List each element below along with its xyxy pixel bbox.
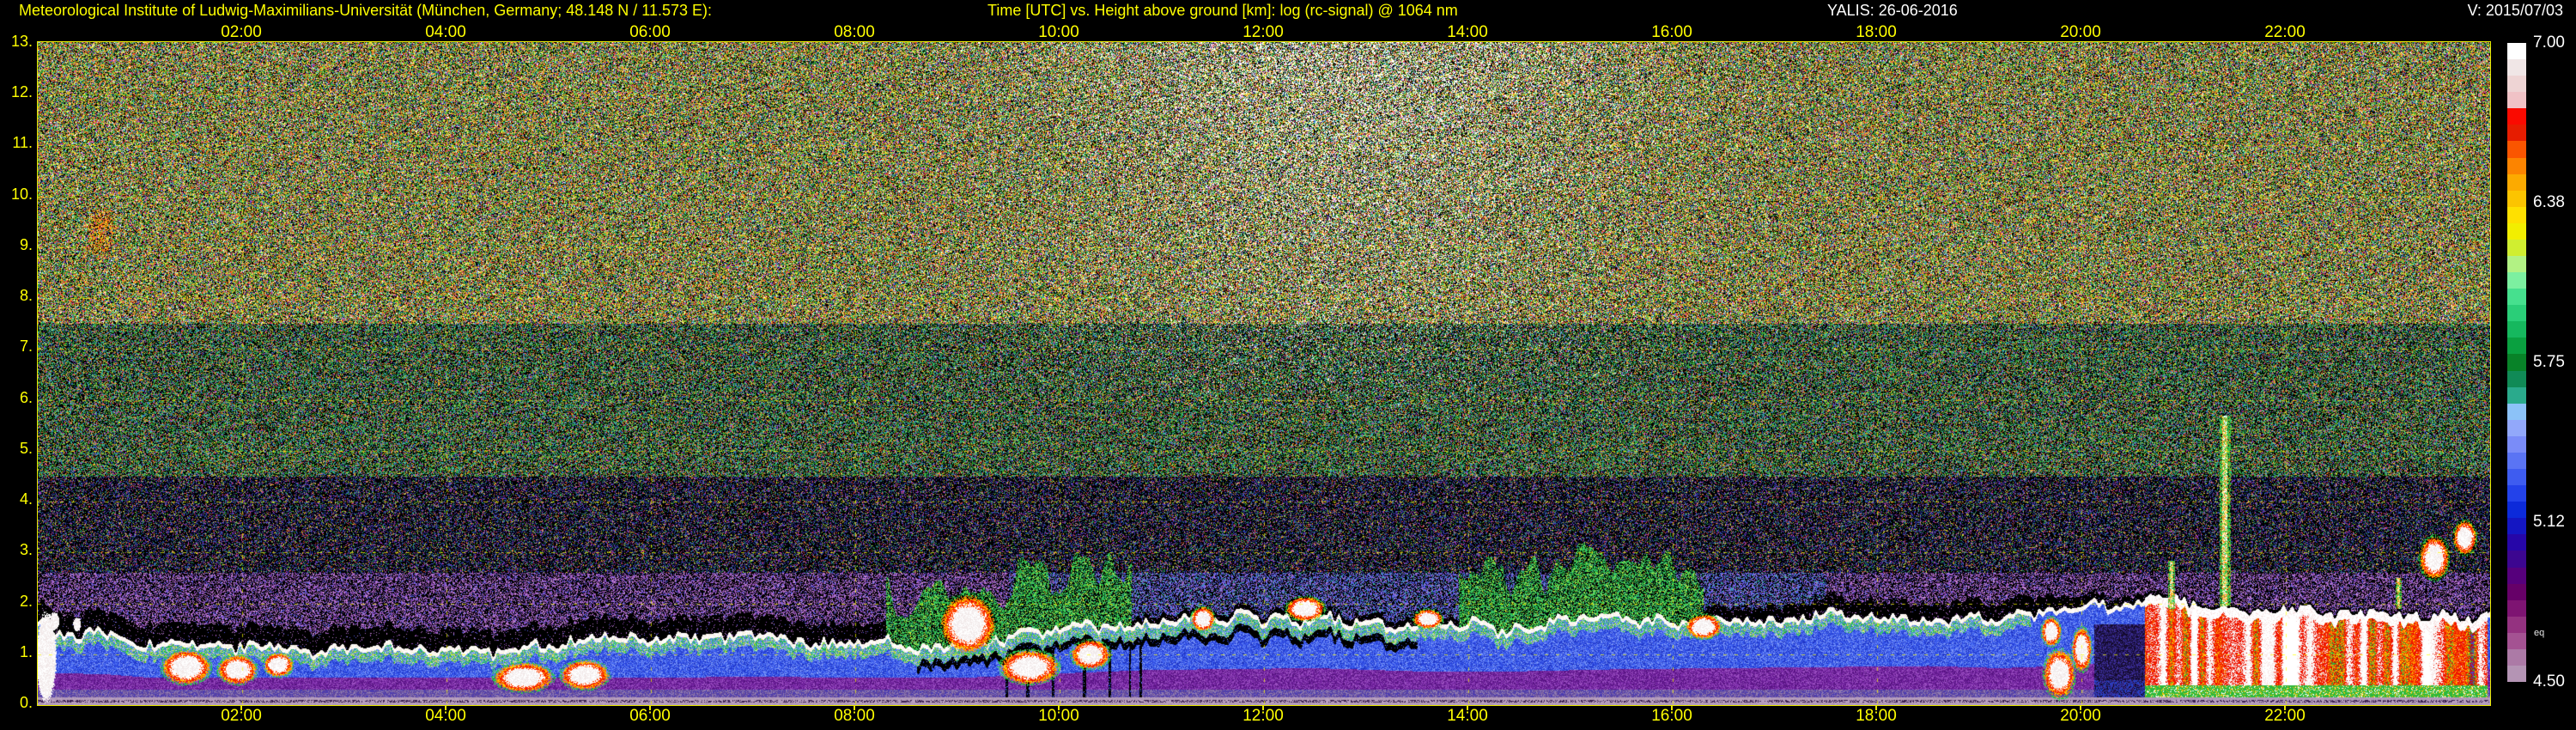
- y-tick-label: 0.: [19, 694, 33, 711]
- colorbar-segment: [2507, 567, 2526, 584]
- x-axis-tick: [2284, 705, 2286, 710]
- colorbar-segment: [2507, 321, 2526, 338]
- colorbar-segment: [2507, 222, 2526, 240]
- colorbar-segment: [2507, 518, 2526, 535]
- colorbar-segment: [2507, 583, 2526, 600]
- x-axis-tick: [1671, 705, 1673, 710]
- colorbar-segment: [2507, 370, 2526, 387]
- colorbar-segment: [2507, 305, 2526, 322]
- x-tick-label-top: 20:00: [2060, 23, 2101, 41]
- x-tick-label-top: 18:00: [1856, 23, 1897, 41]
- lidar-quicklook-screen: Meteorological Institute of Ludwig-Maxim…: [0, 0, 2576, 730]
- colorbar-segment: [2507, 502, 2526, 519]
- colorbar-tick-label: 4.50: [2533, 672, 2565, 690]
- colorbar-segment: [2507, 338, 2526, 355]
- colorbar-segment: [2507, 59, 2526, 76]
- colorbar-segment: [2507, 435, 2526, 453]
- colorbar-tick-label: 5.75: [2533, 353, 2565, 371]
- y-tick-label: 10.: [10, 185, 33, 203]
- y-tick-label: 2.: [19, 592, 33, 610]
- y-tick-label: 3.: [19, 541, 33, 559]
- colorbar-segment: [2507, 43, 2526, 60]
- x-tick-label-top: 16:00: [1651, 23, 1692, 41]
- x-axis-tick: [1467, 705, 1468, 710]
- colorbar-segment: [2507, 419, 2526, 436]
- colorbar-segment: [2507, 599, 2526, 617]
- x-tick-label-top: 22:00: [2264, 23, 2306, 41]
- colorbar-segment: [2507, 403, 2526, 420]
- y-tick-label: 13.: [10, 32, 33, 50]
- x-tick-label-top: 10:00: [1038, 23, 1079, 41]
- colorbar-segment: [2507, 108, 2526, 125]
- colorbar-segment: [2507, 551, 2526, 568]
- colorbar-tick-label: 7.00: [2533, 33, 2565, 52]
- x-tick-label-top: 04:00: [425, 23, 466, 41]
- colorbar-segment: [2507, 469, 2526, 486]
- x-axis-tick: [2080, 705, 2081, 710]
- instrument-date-label: YALIS: 26-06-2016: [1827, 2, 1958, 19]
- x-axis-tick: [649, 705, 651, 710]
- colorbar-segment: [2507, 239, 2526, 257]
- colorbar-tick-label: 5.12: [2533, 513, 2565, 531]
- colorbar-segment: [2507, 125, 2526, 142]
- plot-title: Time [UTC] vs. Height above ground [km]:…: [987, 2, 1458, 19]
- colorbar-segment: [2507, 206, 2526, 223]
- y-tick-label: 1.: [19, 642, 33, 660]
- y-tick-label: 8.: [19, 287, 33, 305]
- colorbar-segment: [2507, 616, 2526, 633]
- y-tick-label: 6.: [19, 388, 33, 406]
- x-axis-tick: [854, 705, 855, 710]
- institute-title: Meteorological Institute of Ludwig-Maxim…: [19, 2, 713, 19]
- y-tick-label: 4.: [19, 490, 33, 508]
- y-tick-label: 5.: [19, 439, 33, 457]
- colorbar-eq-label: eq: [2534, 628, 2545, 638]
- y-tick-label: 12.: [10, 83, 33, 101]
- colorbar-segment: [2507, 76, 2526, 93]
- x-tick-label-top: 14:00: [1447, 23, 1488, 41]
- x-tick-label-top: 08:00: [834, 23, 875, 41]
- colorbar-segment: [2507, 141, 2526, 158]
- x-tick-label-top: 02:00: [221, 23, 262, 41]
- colorbar-segment: [2507, 665, 2526, 683]
- x-axis-tick: [1262, 705, 1264, 710]
- x-axis-tick: [240, 705, 242, 710]
- lidar-heatmap-canvas: [37, 41, 2491, 706]
- colorbar-segment: [2507, 386, 2526, 404]
- colorbar-segment: [2507, 534, 2526, 551]
- y-tick-label: 11.: [12, 134, 33, 152]
- x-axis-tick: [1875, 705, 1877, 710]
- colorbar-segment: [2507, 632, 2526, 649]
- colorbar-segment: [2507, 173, 2526, 191]
- x-axis-tick: [1058, 705, 1060, 710]
- x-tick-label-top: 12:00: [1242, 23, 1284, 41]
- y-tick-label: 7.: [19, 338, 33, 356]
- colorbar-segment: [2507, 190, 2526, 207]
- y-tick-label: 9.: [19, 235, 33, 253]
- colorbar-segment: [2507, 354, 2526, 371]
- colorbar-segment: [2507, 648, 2526, 666]
- colorbar-segment: [2507, 452, 2526, 470]
- colorbar: [2507, 43, 2526, 683]
- colorbar-segment: [2507, 485, 2526, 502]
- x-axis-tick: [445, 705, 447, 710]
- version-label: V: 2015/07/03: [2467, 2, 2563, 19]
- colorbar-segment: [2507, 157, 2526, 174]
- x-tick-label-top: 06:00: [629, 23, 671, 41]
- colorbar-segment: [2507, 289, 2526, 306]
- colorbar-tick-label: 6.38: [2533, 193, 2565, 211]
- colorbar-segment: [2507, 256, 2526, 273]
- colorbar-segment: [2507, 272, 2526, 289]
- colorbar-segment: [2507, 92, 2526, 109]
